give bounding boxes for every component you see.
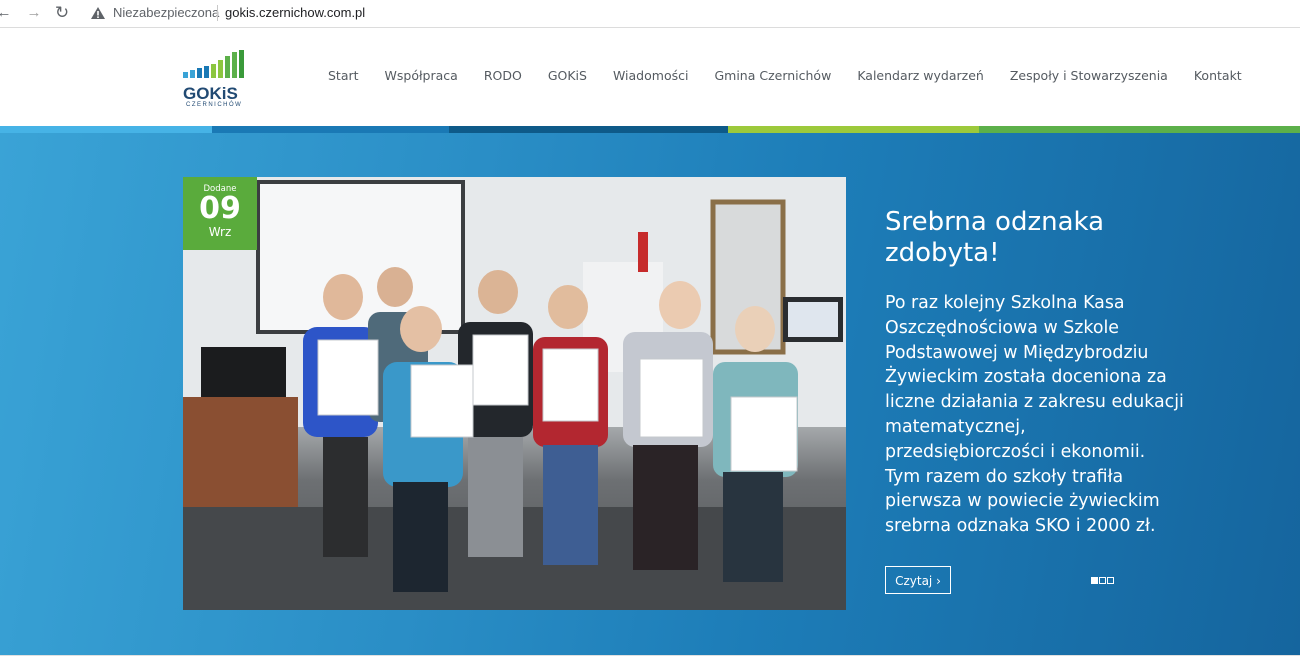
page-bottom-band xyxy=(0,655,1300,661)
slider-dot[interactable] xyxy=(1099,577,1106,584)
slide-photo[interactable] xyxy=(183,177,846,610)
menu-item-kalendarz[interactable]: Kalendarz wydarzeń xyxy=(857,68,984,88)
stripe-segment xyxy=(212,126,449,133)
date-month: Wrz xyxy=(208,225,232,239)
stripe-segment xyxy=(0,126,212,133)
slider-pagination xyxy=(1091,577,1114,584)
browser-address-bar: ← → ↻ Niezabezpieczona gokis.czernichow.… xyxy=(0,0,1300,28)
slider-dot[interactable] xyxy=(1107,577,1114,584)
menu-item-rodo[interactable]: RODO xyxy=(484,68,522,88)
site-header: GOKiS CZERNICHÓW Start Współpraca RODO G… xyxy=(0,28,1300,126)
logo-subtext: CZERNICHÓW xyxy=(186,102,243,108)
date-badge: Dodane 09 Wrz xyxy=(183,177,257,250)
slide-title[interactable]: Srebrna odznaka zdobyta! xyxy=(885,207,1215,269)
date-day: 09 xyxy=(199,191,241,226)
forward-arrow-icon[interactable]: → xyxy=(24,3,44,23)
menu-item-gmina[interactable]: Gmina Czernichów xyxy=(714,68,831,88)
back-arrow-icon[interactable]: ← xyxy=(0,3,14,23)
menu-item-gokis[interactable]: GOKiS xyxy=(548,68,587,88)
url-field[interactable]: gokis.czernichow.com.pl xyxy=(225,5,365,20)
read-more-button[interactable]: Czytaj › xyxy=(885,566,951,594)
security-status-label[interactable]: Niezabezpieczona xyxy=(113,5,219,20)
stripe-segment xyxy=(449,126,728,133)
reload-icon[interactable]: ↻ xyxy=(52,3,72,23)
hero-slider: Dodane 09 Wrz Srebrna odznaka zdobyta! P… xyxy=(0,133,1300,655)
slide-text: Po raz kolejny Szkolna Kasa Oszczędności… xyxy=(885,293,1184,537)
stripe-segment xyxy=(979,126,1300,133)
stripe-segment xyxy=(728,126,979,133)
menu-item-wiadomosci[interactable]: Wiadomości xyxy=(613,68,688,88)
classroom-photo xyxy=(183,177,846,610)
slider-dot[interactable] xyxy=(1091,577,1098,584)
warning-icon[interactable] xyxy=(90,4,106,22)
menu-item-kontakt[interactable]: Kontakt xyxy=(1194,68,1242,88)
logo-text: GOKiS xyxy=(183,84,238,103)
menu-item-zespoly[interactable]: Zespoły i Stowarzyszenia xyxy=(1010,68,1168,88)
menu-item-start[interactable]: Start xyxy=(328,68,359,88)
address-separator xyxy=(217,5,218,21)
main-menu: Start Współpraca RODO GOKiS Wiadomości G… xyxy=(315,68,1255,88)
color-stripe xyxy=(0,126,1300,133)
menu-item-wspolpraca[interactable]: Współpraca xyxy=(385,68,458,88)
